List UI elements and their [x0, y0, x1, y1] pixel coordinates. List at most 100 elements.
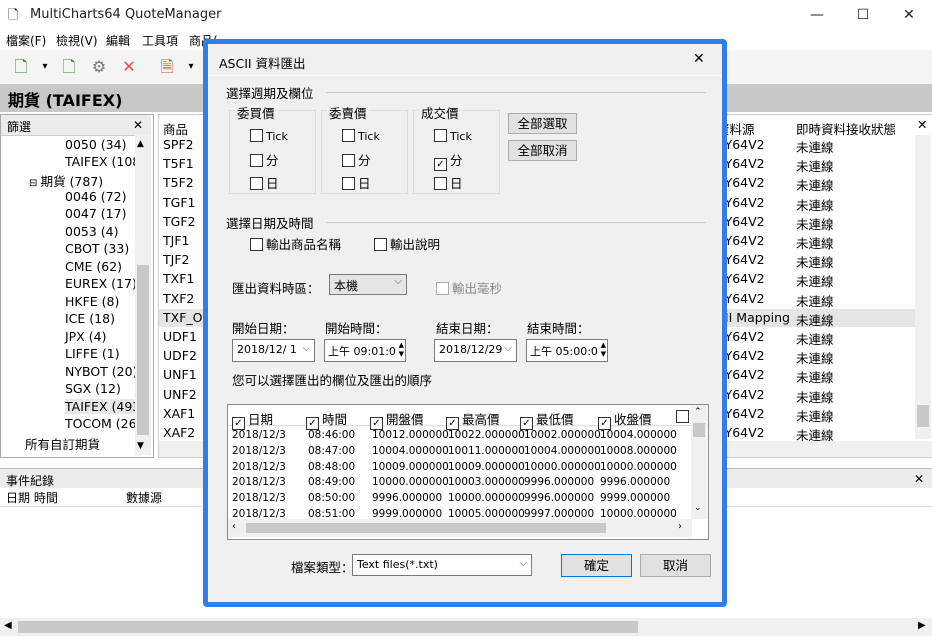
bid-minute-checkbox[interactable]: 分	[250, 150, 279, 169]
scroll-down-icon[interactable]: ⌄	[694, 503, 702, 513]
ask-minute-checkbox[interactable]: 分	[342, 150, 371, 169]
checkbox-icon[interactable]	[436, 282, 449, 295]
symbol-cell[interactable]: SPF2	[163, 137, 194, 152]
tree-item[interactable]: LIFFE (1)	[65, 346, 120, 361]
symbol-cell[interactable]: TGF1	[163, 195, 195, 210]
symbol-cell[interactable]: TXF1	[163, 271, 194, 286]
list-close-icon[interactable]: ✕	[917, 117, 927, 132]
bid-tick-checkbox[interactable]: Tick	[250, 128, 288, 143]
checkbox-icon[interactable]	[250, 129, 263, 142]
scroll-down-icon[interactable]: ▼	[137, 441, 144, 451]
trade-tick-checkbox[interactable]: Tick	[434, 128, 472, 143]
grid-col-more[interactable]	[676, 409, 692, 424]
tree-item-futures[interactable]: ⊟ 期貨 (787)	[29, 171, 103, 190]
scroll-right-icon[interactable]: ▶	[918, 620, 926, 631]
symbol-cell[interactable]: UDF1	[163, 329, 197, 344]
scroll-thumb[interactable]	[137, 265, 149, 435]
new-icon[interactable]: 🗋	[10, 56, 32, 78]
symbol-cell[interactable]: T5F2	[163, 175, 194, 190]
tree-item[interactable]: 0050 (34)	[65, 137, 126, 152]
tree-item-selected[interactable]: TAIFEX (493)	[65, 399, 146, 414]
grid-col-low[interactable]: ✓ 最低價	[520, 409, 574, 430]
grid-col-date[interactable]: ✓ 日期	[232, 409, 273, 430]
symbol-cell[interactable]: TJF1	[163, 233, 189, 248]
select-all-button[interactable]: 全部選取	[508, 113, 577, 134]
tree-item[interactable]: EUREX (17)	[65, 276, 137, 291]
tree-item[interactable]: CBOT (33)	[65, 241, 129, 256]
menu-file[interactable]: 檔案(F)	[6, 32, 46, 49]
grid-col-time[interactable]: ✓ 時間	[306, 409, 347, 430]
trade-minute-checkbox[interactable]: ✓ 分	[434, 150, 463, 171]
bottom-scrollbar[interactable]: ◀ ▶	[0, 618, 932, 636]
spinner-icon[interactable]: ▲ ▼	[601, 341, 606, 359]
ask-tick-checkbox[interactable]: Tick	[342, 128, 380, 143]
output-description-checkbox[interactable]: 輸出說明	[374, 234, 440, 253]
new-dropdown-icon[interactable]: ▾	[34, 56, 56, 78]
tree-item[interactable]: HKFE (8)	[65, 294, 119, 309]
filter-panel-close-icon[interactable]: ✕	[133, 118, 143, 132]
tree-item[interactable]: 所有自訂期貨	[25, 434, 100, 453]
end-date-picker[interactable]: 2018/12/29 ⌵	[434, 339, 517, 362]
bid-day-checkbox[interactable]: 日	[250, 173, 279, 192]
end-time-picker[interactable]: 上午 05:00:0 ▲ ▼	[526, 339, 608, 362]
scroll-up-icon[interactable]: ▲	[137, 139, 144, 149]
symbol-cell[interactable]: UDF2	[163, 348, 197, 363]
start-time-picker[interactable]: 上午 09:01:0 ▲ ▼	[324, 339, 406, 362]
minimize-button[interactable]: —	[794, 0, 840, 30]
grid-col-high[interactable]: ✓ 最高價	[446, 409, 500, 430]
event-log-close-icon[interactable]: ✕	[914, 472, 924, 486]
checkbox-icon[interactable]	[250, 238, 263, 251]
menu-tools-items[interactable]: 工具項	[142, 32, 178, 49]
spinner-icon[interactable]: ▲ ▼	[399, 341, 404, 359]
delete-icon[interactable]: ✕	[118, 56, 140, 78]
col-header-datetime[interactable]: 日期 時間	[6, 489, 58, 506]
tree-item[interactable]: JPX (4)	[65, 329, 106, 344]
trade-day-checkbox[interactable]: 日	[434, 173, 463, 192]
scroll-thumb[interactable]	[18, 621, 638, 633]
checkbox-icon[interactable]	[342, 177, 355, 190]
close-window-button[interactable]: ✕	[886, 0, 932, 30]
symbol-cell[interactable]: TXF_Of	[163, 310, 207, 325]
grid-hscrollbar[interactable]: ‹ ›	[228, 519, 692, 537]
output-symbol-name-checkbox[interactable]: 輸出商品名稱	[250, 234, 341, 253]
file-type-select[interactable]: Text files(*.txt) ⌵	[352, 554, 532, 576]
collapse-icon[interactable]: ⊟	[29, 178, 41, 189]
tree-item[interactable]: TOCOM (26)	[65, 416, 141, 431]
timezone-select[interactable]: 本機 ⌵	[329, 274, 407, 295]
start-date-picker[interactable]: 2018/12/ 1 ⌵	[232, 339, 315, 362]
symbol-cell[interactable]: TJF2	[163, 252, 189, 267]
checkbox-icon[interactable]	[434, 129, 447, 142]
tree-item[interactable]: 0047 (17)	[65, 206, 126, 221]
checkbox-icon[interactable]	[250, 177, 263, 190]
scroll-thumb[interactable]	[246, 523, 606, 533]
tree-item[interactable]: 0053 (4)	[65, 224, 119, 239]
tree-item[interactable]: CME (62)	[65, 259, 122, 274]
menu-view[interactable]: 檢視(V)	[56, 32, 98, 49]
checkbox-icon[interactable]	[434, 177, 447, 190]
checkmark-icon[interactable]: ✓	[434, 158, 447, 171]
symbol-cell[interactable]: TXF2	[163, 291, 194, 306]
checkbox-icon[interactable]	[342, 129, 355, 142]
maximize-button[interactable]: ☐	[840, 0, 886, 30]
output-ms-checkbox[interactable]: 輸出毫秒	[436, 278, 502, 297]
checkbox-icon[interactable]	[250, 154, 263, 167]
col-header-symbol[interactable]: 商品	[163, 119, 188, 138]
tree-item[interactable]: TAIFEX (108)	[65, 154, 145, 169]
scroll-thumb[interactable]	[693, 423, 705, 437]
tree-item[interactable]: ICE (18)	[65, 311, 115, 326]
tree-item[interactable]: SGX (12)	[65, 381, 121, 396]
symbol-cell[interactable]: UNF2	[163, 387, 197, 402]
symbol-cell[interactable]: TGF2	[163, 214, 195, 229]
checkbox-icon[interactable]	[676, 410, 689, 423]
tree-item[interactable]: NYBOT (20)	[65, 364, 137, 379]
grid-col-open[interactable]: ✓ 開盤價	[370, 409, 424, 430]
col-header-status[interactable]: 即時資料接收狀態	[796, 119, 896, 138]
tree-item[interactable]: 0046 (72)	[65, 189, 126, 204]
col-header-data-source[interactable]: 數據源	[126, 489, 162, 506]
export-icon[interactable]: 🗎	[156, 56, 178, 78]
export-dropdown-icon[interactable]: ▾	[180, 56, 202, 78]
checkbox-icon[interactable]	[374, 238, 387, 251]
symbol-cell[interactable]: UNF1	[163, 367, 197, 382]
checkbox-icon[interactable]	[342, 154, 355, 167]
symbol-cell[interactable]: T5F1	[163, 156, 194, 171]
